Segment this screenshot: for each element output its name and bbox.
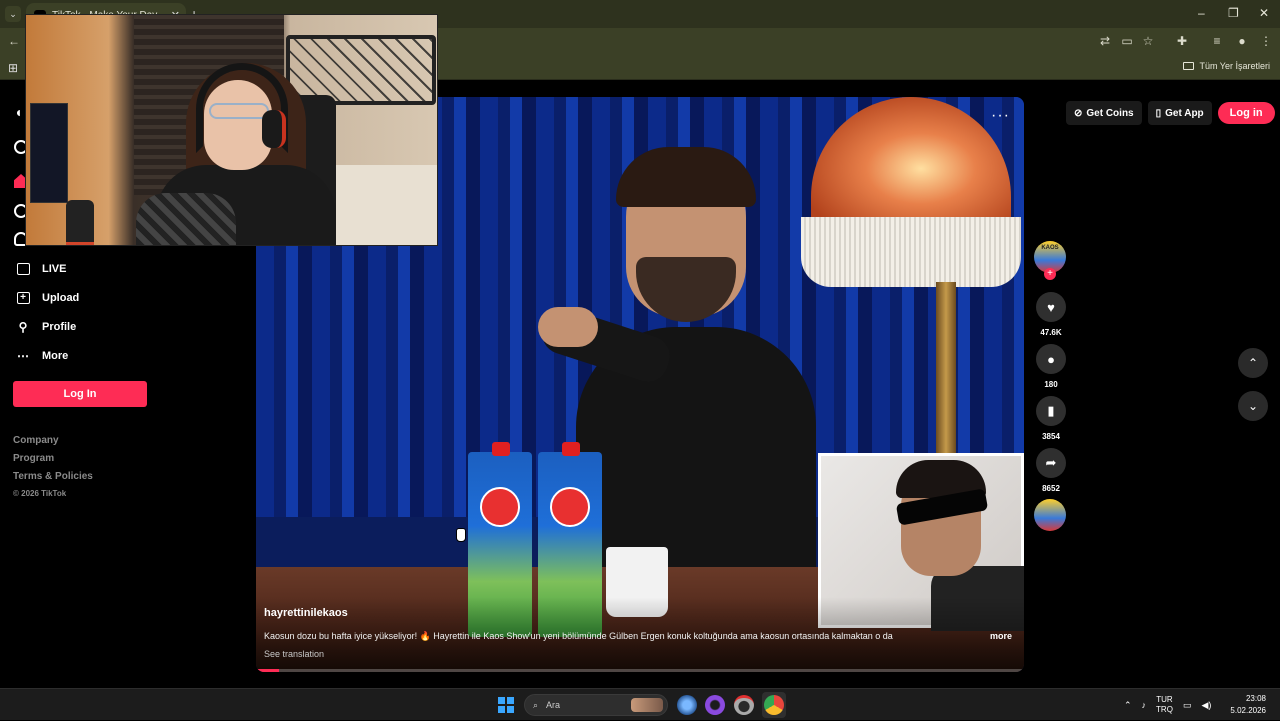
video-host-hand [538, 307, 598, 347]
creator-avatar-label: KAOS [1041, 245, 1059, 251]
back-icon[interactable]: ← [6, 34, 22, 48]
clock-time: 23:08 [1245, 694, 1266, 703]
comment-button[interactable]: ● [1036, 344, 1066, 374]
apps-grid-icon[interactable]: ⊞ [8, 61, 18, 75]
more-icon: ⋯ [17, 349, 29, 363]
save-count: 3854 [1042, 432, 1060, 441]
see-translation-link[interactable]: See translation [264, 649, 324, 659]
live-icon [16, 262, 30, 276]
video-lamp-fringe [801, 217, 1021, 287]
chevron-up-icon[interactable]: ⌃ [1124, 700, 1132, 711]
heart-icon: ♥ [1047, 299, 1055, 315]
video-caption: Kaosun dozu bu hafta iyice yükseliyor! 🔥… [264, 631, 893, 641]
comment-count: 180 [1044, 380, 1058, 389]
folder-icon [1183, 62, 1195, 70]
chrome-icon[interactable] [764, 695, 784, 715]
address-bar[interactable] [440, 31, 1160, 53]
tab-search-icon[interactable]: ⌄ [5, 6, 21, 22]
extensions-icon[interactable]: ✚ [1174, 34, 1190, 48]
ellipsis-icon[interactable]: ··· [991, 107, 1010, 125]
share-count: 8652 [1042, 484, 1060, 493]
network-icon[interactable]: ▭ [1183, 700, 1192, 711]
app-icon-3[interactable] [734, 695, 754, 715]
sidebar-item-profile[interactable]: ⚲ Profile [16, 317, 77, 337]
taskbar-clock[interactable]: 23:08 5.02.2026 [1230, 693, 1266, 717]
share-arrow-icon: ➦ [1045, 455, 1057, 470]
previous-video-button[interactable]: ⌃ [1238, 348, 1268, 378]
save-button[interactable]: ▮ [1036, 396, 1066, 426]
menu-kebab-icon[interactable]: ⋮ [1258, 34, 1274, 48]
footer-link-company[interactable]: Company [13, 435, 59, 446]
upload-icon: + [16, 291, 30, 305]
copyright-text: © 2026 TikTok [13, 489, 67, 498]
get-coins-button[interactable]: ⊘ Get Coins [1066, 101, 1142, 125]
sidebar-item-upload[interactable]: + Upload [16, 288, 79, 308]
footer-link-program[interactable]: Program [13, 453, 54, 464]
mic-icon[interactable]: ♪ [1142, 700, 1147, 710]
bookmark-icon: ▮ [1047, 403, 1055, 418]
taskbar-search[interactable]: ⌕ Ara [524, 694, 668, 716]
system-tray: ⌃ ♪ TUR TRQ ▭ ◀) [1124, 689, 1211, 721]
like-count: 47.6K [1040, 328, 1062, 337]
like-button[interactable]: ♥ [1036, 292, 1066, 322]
coin-icon: ⊘ [1074, 107, 1083, 119]
sidebar-login-button[interactable]: Log In [13, 381, 147, 407]
video-progress-fill [256, 669, 280, 672]
language-code: TUR [1156, 695, 1173, 704]
phone-icon: ▯ [1155, 107, 1162, 119]
music-disc-avatar[interactable] [1034, 499, 1066, 531]
close-window-icon[interactable]: ✕ [1259, 6, 1269, 20]
bookmark-star-icon[interactable]: ☆ [1140, 34, 1156, 48]
header-actions: ⊘ Get Coins ▯ Get App Log in [1066, 101, 1275, 125]
sidebar-item-label: More [42, 350, 69, 362]
chevron-down-icon: ⌄ [1247, 399, 1259, 413]
video-progress-bar[interactable] [256, 669, 1024, 672]
app-icon-2[interactable] [705, 695, 725, 715]
search-icon: ⌕ [533, 699, 539, 710]
get-app-button[interactable]: ▯ Get App [1147, 101, 1212, 125]
taskbar-search-placeholder: Ara [546, 700, 561, 710]
clock-date: 5.02.2026 [1230, 706, 1266, 715]
follow-plus-icon[interactable]: + [1044, 268, 1056, 280]
translate-icon[interactable]: ⇄ [1097, 34, 1113, 48]
windows-taskbar: ⌕ Ara ⌃ ♪ TUR TRQ ▭ ◀) 23:08 5.02.2026 [0, 688, 1280, 720]
chevron-up-icon: ⌃ [1247, 356, 1259, 370]
share-button[interactable]: ➦ [1036, 448, 1066, 478]
restore-icon[interactable]: ❐ [1228, 6, 1239, 20]
all-bookmarks-folder[interactable]: Tüm Yer İşaretleri [1183, 61, 1270, 71]
caption-more-button[interactable]: more [990, 631, 1012, 641]
language-indicator[interactable]: TUR TRQ [1156, 695, 1173, 715]
webcam-overlay [25, 14, 438, 246]
video-info: hayrettinilekaos Kaosun dozu bu hafta iy… [256, 597, 1024, 672]
next-video-button[interactable]: ⌄ [1238, 391, 1268, 421]
footer-link-terms[interactable]: Terms & Policies [13, 471, 93, 482]
media-control-icon[interactable]: ≡ [1209, 34, 1225, 48]
get-coins-label: Get Coins [1086, 107, 1134, 119]
sidebar-item-label: Profile [42, 321, 77, 333]
minimize-icon[interactable]: – [1198, 6, 1205, 20]
cast-icon[interactable]: ▭ [1119, 34, 1135, 48]
hand-cursor-icon [456, 528, 466, 542]
get-app-label: Get App [1165, 107, 1204, 119]
app-icon-1[interactable] [677, 695, 697, 715]
video-author[interactable]: hayrettinilekaos [264, 607, 348, 619]
header-login-button[interactable]: Log in [1217, 102, 1275, 124]
keyboard-code: TRQ [1156, 705, 1173, 714]
profile-icon: ⚲ [18, 320, 28, 334]
comment-icon: ● [1047, 351, 1055, 367]
start-button[interactable] [498, 697, 514, 713]
sidebar-item-label: Upload [42, 292, 80, 304]
profile-avatar-icon[interactable]: ● [1234, 34, 1250, 48]
sidebar-item-label: LIVE [42, 263, 67, 275]
all-bookmarks-label: Tüm Yer İşaretleri [1199, 61, 1270, 71]
volume-icon[interactable]: ◀) [1201, 700, 1211, 711]
search-highlight-image [631, 698, 663, 712]
sidebar-item-live[interactable]: LIVE [16, 259, 66, 279]
sidebar-item-more[interactable]: ⋯ More [16, 346, 68, 366]
